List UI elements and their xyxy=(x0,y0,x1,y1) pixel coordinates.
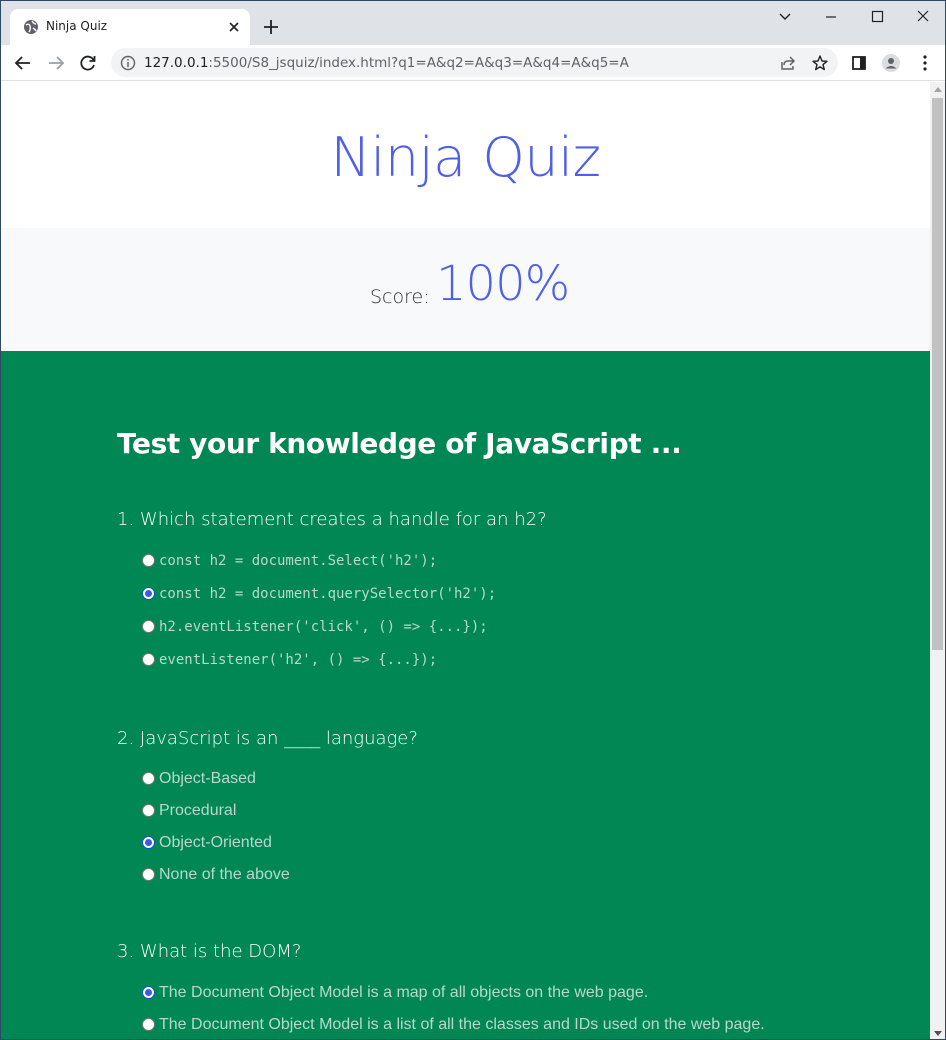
q1-option-a-label[interactable]: const h2 = document.Select('h2'); xyxy=(159,553,437,569)
q2-option-c-radio[interactable] xyxy=(142,836,155,849)
globe-icon xyxy=(24,20,38,34)
q2-option-d-label[interactable]: None of the above xyxy=(159,866,290,884)
browser-window: Ninja Quiz 127.0.0.1:5500/S8_jsquiz/inde… xyxy=(0,0,946,1040)
forward-icon[interactable] xyxy=(46,53,66,73)
question-1: 1. Which statement creates a handle for … xyxy=(117,509,547,530)
new-tab-icon[interactable] xyxy=(261,17,281,37)
vertical-scrollbar[interactable] xyxy=(930,82,945,1039)
question-2: 2. JavaScript is an ____ language? xyxy=(117,728,418,749)
browser-toolbar: 127.0.0.1:5500/S8_jsquiz/index.html?q1=A… xyxy=(1,45,945,81)
q1-option-d-radio[interactable] xyxy=(142,653,155,666)
url-path: :5500/S8_jsquiz/index.html?q1=A&q2=A&q3=… xyxy=(208,55,629,71)
q3-option-b-label[interactable]: The Document Object Model is a list of a… xyxy=(159,1016,765,1034)
quiz-section: Test your knowledge of JavaScript ... 1.… xyxy=(1,351,930,1039)
minimize-icon[interactable] xyxy=(821,9,841,25)
q1-option-c-radio[interactable] xyxy=(142,620,155,633)
tab-title: Ninja Quiz xyxy=(46,19,108,33)
q1-option-b-label[interactable]: const h2 = document.querySelector('h2'); xyxy=(159,586,496,602)
tab-strip: Ninja Quiz xyxy=(1,1,945,45)
address-bar[interactable]: 127.0.0.1:5500/S8_jsquiz/index.html?q1=A… xyxy=(111,48,838,77)
url-text[interactable]: 127.0.0.1:5500/S8_jsquiz/index.html?q1=A… xyxy=(144,55,629,71)
tab-ninja-quiz[interactable]: Ninja Quiz xyxy=(10,9,250,45)
page-title: Ninja Quiz xyxy=(330,126,601,189)
score-section: Score: 100% xyxy=(1,228,930,351)
q2-option-d-radio[interactable] xyxy=(142,868,155,881)
q3-option-b-radio[interactable] xyxy=(142,1018,155,1031)
q3-option-a-radio[interactable] xyxy=(142,986,155,999)
question-3: 3. What is the DOM? xyxy=(117,941,302,962)
score-value: 100% xyxy=(436,256,570,312)
close-window-icon[interactable] xyxy=(913,9,933,25)
profile-avatar-icon[interactable] xyxy=(881,53,901,73)
q2-option-a-label[interactable]: Object-Based xyxy=(159,770,256,788)
share-icon[interactable] xyxy=(779,54,797,72)
reload-icon[interactable] xyxy=(78,53,98,73)
page-viewport: Ninja Quiz Score: 100% Test your knowled… xyxy=(1,82,930,1039)
maximize-icon[interactable] xyxy=(867,9,887,25)
side-panel-icon[interactable] xyxy=(849,53,869,73)
q1-option-c-label[interactable]: h2.eventListener('click', () => {...}); xyxy=(159,619,488,635)
quiz-heading: Test your knowledge of JavaScript ... xyxy=(117,427,682,460)
site-info-icon[interactable] xyxy=(120,55,136,71)
q2-option-b-radio[interactable] xyxy=(142,804,155,817)
back-icon[interactable] xyxy=(13,53,33,73)
q2-option-a-radio[interactable] xyxy=(142,772,155,785)
bookmark-star-icon[interactable] xyxy=(811,54,829,72)
q1-option-d-label[interactable]: eventListener('h2', () => {...}); xyxy=(159,652,437,668)
q2-option-b-label[interactable]: Procedural xyxy=(159,802,236,820)
scroll-up-arrow-icon[interactable] xyxy=(934,87,942,92)
hero-section: Ninja Quiz xyxy=(1,82,930,228)
scrollbar-thumb[interactable] xyxy=(932,98,943,650)
menu-kebab-icon[interactable] xyxy=(915,53,935,73)
q1-option-b-radio[interactable] xyxy=(142,587,155,600)
q3-option-a-label[interactable]: The Document Object Model is a map of al… xyxy=(159,984,648,1002)
score-label: Score: xyxy=(370,286,430,308)
close-tab-icon[interactable] xyxy=(226,19,242,35)
q2-option-c-label[interactable]: Object-Oriented xyxy=(159,834,272,852)
url-host: 127.0.0.1 xyxy=(144,55,209,71)
scroll-down-arrow-icon[interactable] xyxy=(934,1031,942,1036)
tab-search-chevron-icon[interactable] xyxy=(775,9,795,25)
q1-option-a-radio[interactable] xyxy=(142,554,155,567)
